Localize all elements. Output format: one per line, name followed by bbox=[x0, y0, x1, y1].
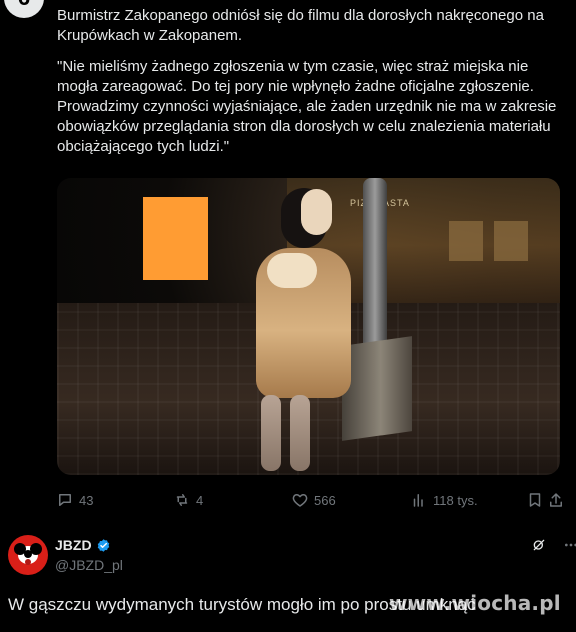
top-post-lead: Burmistrz Zakopanego odniósł się do film… bbox=[57, 7, 544, 44]
repost-count: 4 bbox=[196, 492, 204, 508]
bookmark-action[interactable] bbox=[526, 491, 544, 509]
like-count: 566 bbox=[314, 492, 336, 508]
views-icon bbox=[410, 491, 428, 509]
top-post-avatar[interactable]: 6 bbox=[4, 0, 44, 18]
heart-icon bbox=[291, 491, 309, 509]
reply-action[interactable]: 43 bbox=[56, 491, 93, 509]
top-post-media[interactable]: PIZZA ASTA bbox=[57, 178, 560, 475]
verified-badge-icon bbox=[96, 538, 111, 553]
top-post-quote: "Nie mieliśmy żadnego zgłoszenia w tym c… bbox=[57, 58, 557, 155]
bookmark-icon bbox=[526, 491, 544, 509]
share-icon bbox=[547, 491, 565, 509]
media-left-leg bbox=[261, 395, 281, 471]
top-post-actions: 43 4 566 118 tys. bbox=[52, 491, 562, 511]
repost-action[interactable]: 4 bbox=[173, 491, 203, 509]
repost-icon bbox=[173, 491, 191, 509]
media-collar bbox=[267, 253, 317, 288]
reply-username[interactable]: @JBZD_pl bbox=[55, 557, 123, 573]
views-action[interactable]: 118 tys. bbox=[410, 491, 478, 509]
grok-icon[interactable] bbox=[531, 537, 547, 553]
reply-display-name[interactable]: JBZD bbox=[55, 537, 92, 553]
views-count: 118 tys. bbox=[433, 492, 478, 508]
reply-count: 43 bbox=[79, 492, 94, 508]
media-right-leg bbox=[290, 395, 310, 471]
more-icon[interactable] bbox=[563, 537, 576, 553]
like-action[interactable]: 566 bbox=[291, 491, 336, 509]
media-window-left bbox=[449, 221, 483, 261]
media-person bbox=[247, 188, 359, 475]
top-post-text: Burmistrz Zakopanego odniósł się do film… bbox=[57, 6, 557, 168]
censor-block bbox=[143, 197, 208, 280]
share-action[interactable] bbox=[547, 491, 565, 509]
media-earmuff bbox=[301, 189, 332, 235]
media-window-right bbox=[494, 221, 528, 261]
media-lamp-post bbox=[363, 178, 387, 353]
reply-icon bbox=[56, 491, 74, 509]
watermark: www.wiocha.pl bbox=[389, 591, 561, 615]
jbzd-avatar[interactable] bbox=[8, 535, 48, 575]
